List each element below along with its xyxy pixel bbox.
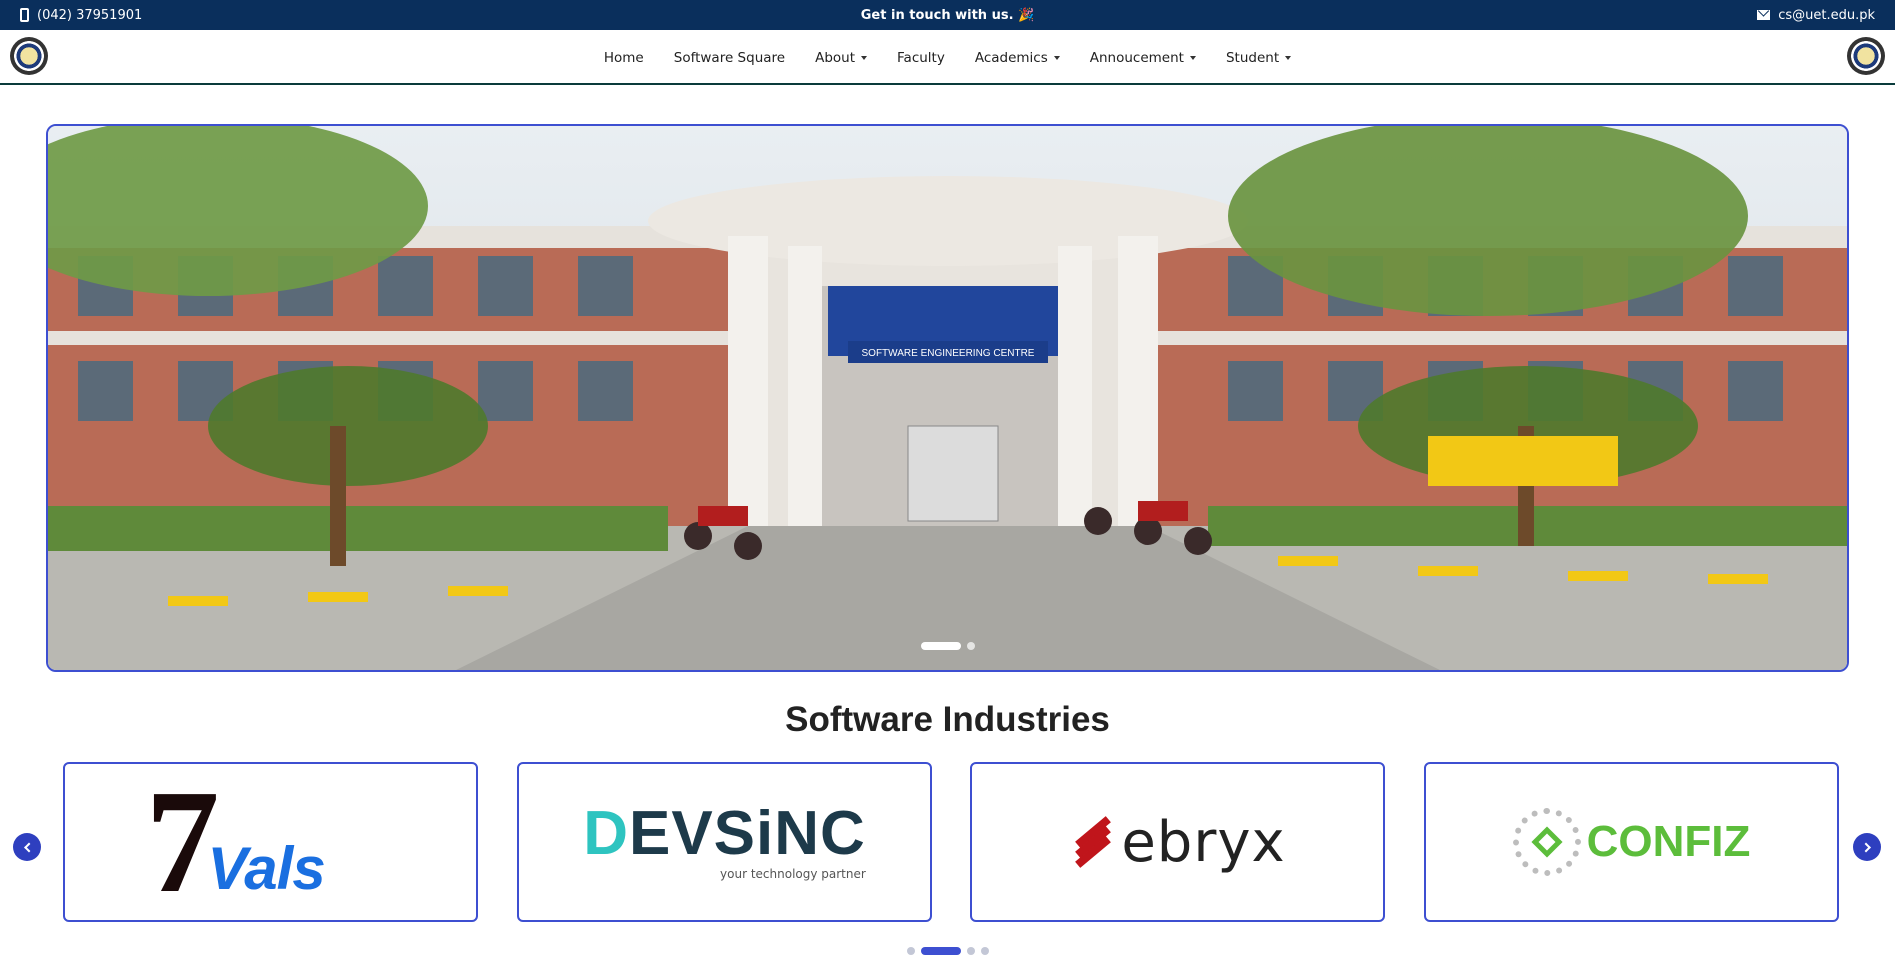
devsinc-logo: DEVSiNC your technology partner <box>583 799 866 882</box>
confiz-mark-icon <box>1512 808 1581 876</box>
nav-item-software-square[interactable]: Software Square <box>659 50 800 66</box>
contact-message: Get in touch with us. 🎉 <box>860 7 1035 23</box>
industry-card-7vals[interactable]: 7 Vals <box>63 762 478 922</box>
industry-dot-2[interactable] <box>920 947 961 955</box>
nav-label: Home <box>603 49 644 66</box>
industry-carousel: 7 Vals DEVSiNC your technology partner e… <box>0 762 1895 922</box>
nav-label: Software Square <box>673 49 786 66</box>
nav-label: Academics <box>974 49 1048 66</box>
section-title: Software Industries <box>785 700 1110 739</box>
ebryx-mark-icon <box>1069 816 1113 868</box>
email-address: cs@uet.edu.pk <box>1778 7 1875 23</box>
nav-item-about[interactable]: About <box>800 50 882 66</box>
hero-dot-2[interactable] <box>966 642 975 650</box>
phone-icon <box>20 8 29 22</box>
nav-item-faculty[interactable]: Faculty <box>882 50 960 66</box>
industry-dot-1[interactable] <box>906 947 915 955</box>
caret-down-icon <box>1285 55 1292 60</box>
nav-item-annoucement[interactable]: Annoucement <box>1075 50 1211 66</box>
caret-down-icon <box>861 55 868 60</box>
industry-pagination <box>0 947 1895 955</box>
nav-item-home[interactable]: Home <box>589 50 659 66</box>
nav-label: About <box>815 49 856 66</box>
industry-card-confiz[interactable]: CONFIZ <box>1424 762 1839 922</box>
main-navbar: Home Software Square About Faculty Acade… <box>0 30 1895 85</box>
university-logo-right[interactable] <box>1847 37 1885 75</box>
nav-label: Student <box>1225 49 1280 66</box>
industry-dot-3[interactable] <box>966 947 975 955</box>
caret-down-icon <box>1189 55 1196 60</box>
nav-item-academics[interactable]: Academics <box>960 50 1075 66</box>
phone-contact[interactable]: (042) 37951901 <box>20 0 142 30</box>
devsinc-tagline: your technology partner <box>720 867 866 881</box>
hero-image-building: SOFTWARE ENGINEERING CENTRE <box>48 126 1847 670</box>
industry-card-ebryx[interactable]: ebryx <box>970 762 1385 922</box>
email-contact[interactable]: cs@uet.edu.pk <box>1757 0 1875 30</box>
nav-label: Annoucement <box>1089 49 1184 66</box>
industry-dot-4[interactable] <box>980 947 989 955</box>
hero-pagination <box>48 642 1847 650</box>
confiz-logo: CONFIZ <box>1512 808 1750 876</box>
ebryx-logo: ebryx <box>1069 810 1285 875</box>
phone-number: (042) 37951901 <box>37 7 143 23</box>
industry-card-devsinc[interactable]: DEVSiNC your technology partner <box>517 762 932 922</box>
caret-down-icon <box>1053 55 1060 60</box>
nav-menu: Home Software Square About Faculty Acade… <box>0 30 1895 85</box>
hero-dot-1[interactable] <box>920 642 961 650</box>
hero-sign-text: SOFTWARE ENGINEERING CENTRE <box>862 348 1035 359</box>
nav-label: Faculty <box>897 49 945 66</box>
hero-slider[interactable]: SOFTWARE ENGINEERING CENTRE <box>46 124 1849 672</box>
mail-icon <box>1757 10 1771 20</box>
nav-item-student[interactable]: Student <box>1211 50 1306 66</box>
top-contact-bar: (042) 37951901 Get in touch with us. 🎉 c… <box>0 0 1895 30</box>
7vals-logo: 7 Vals <box>145 762 326 922</box>
